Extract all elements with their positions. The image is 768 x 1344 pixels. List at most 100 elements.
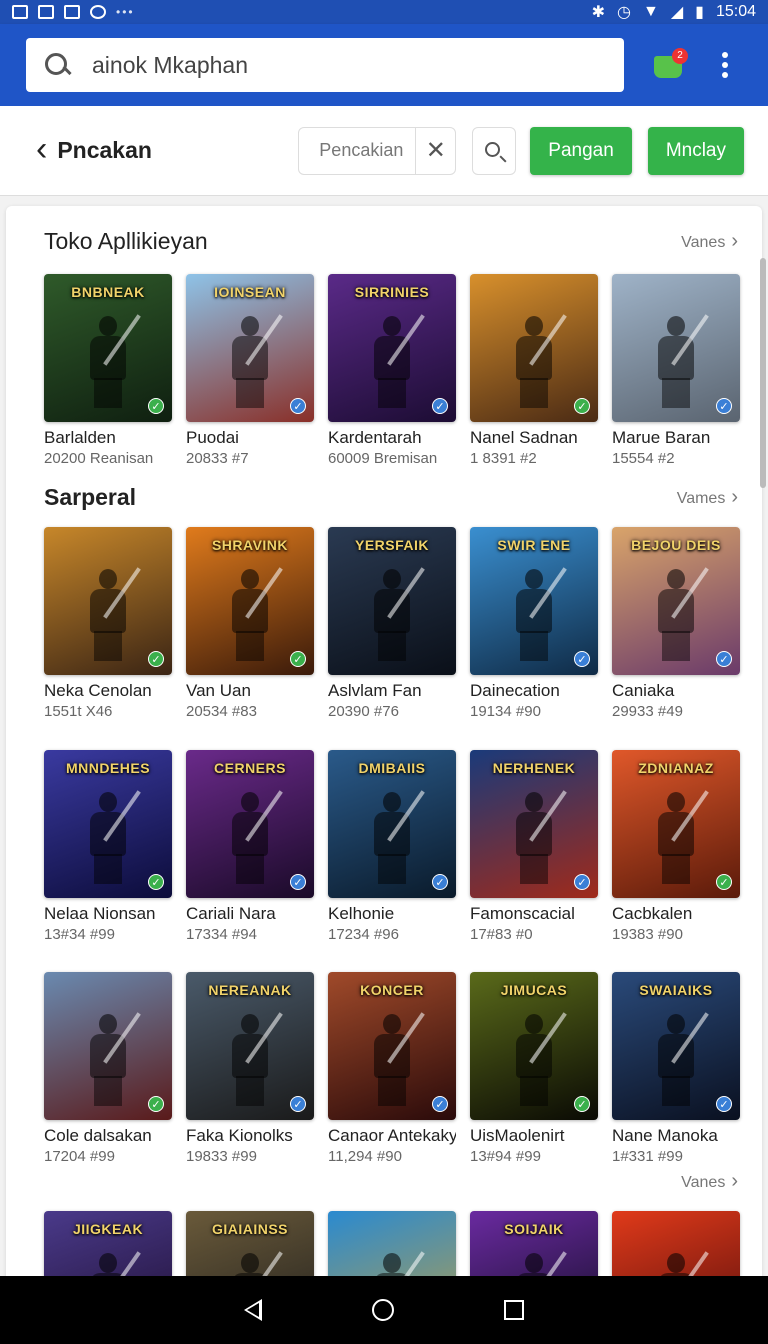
- app-meta: 15554 #2: [612, 450, 675, 467]
- verified-check-icon: ✓: [148, 651, 164, 667]
- app-card[interactable]: KONCER ✓ Canaor Antekaky 11,294 #90: [328, 972, 456, 1165]
- app-card[interactable]: CERNERS ✓ Cariali Nara 17334 #94: [186, 750, 314, 943]
- recents-nav-icon[interactable]: [504, 1300, 524, 1320]
- app-card[interactable]: ✓ Nanel Sadnan 1 8391 #2: [470, 274, 598, 467]
- app-thumbnail[interactable]: SIRRINIES ✓: [328, 274, 456, 422]
- app-card[interactable]: ✓ Marue Baran 15554 #2: [612, 274, 740, 467]
- game-logo: SHRAVINK: [211, 537, 289, 553]
- app-name: Neka Cenolan: [44, 681, 152, 700]
- app-card[interactable]: IOINSEAN ✓ Puodai 20833 #7: [186, 274, 314, 467]
- verified-check-icon: ✓: [716, 398, 732, 414]
- toolbar: ‹ Pncakan Pencakian ✕ Pangan Mnclay: [0, 106, 768, 196]
- more-notifications-icon: •••: [116, 5, 135, 19]
- verified-check-icon: ✓: [716, 651, 732, 667]
- clear-icon[interactable]: ✕: [415, 127, 455, 174]
- alarm-icon: ◷: [617, 4, 631, 21]
- cart-button[interactable]: 2: [652, 48, 688, 82]
- chevron-right-icon: ›: [731, 1170, 738, 1192]
- app-card[interactable]: SIRRINIES ✓ Kardentarah 60009 Bremisan: [328, 274, 456, 467]
- app-thumbnail[interactable]: NERHENEK ✓: [470, 750, 598, 898]
- app-card[interactable]: BEJOU DEIS ✓ Caniaka 29933 #49: [612, 527, 740, 720]
- verified-check-icon: ✓: [290, 874, 306, 890]
- app-card[interactable]: SHRAVINK ✓ Van Uan 20534 #83: [186, 527, 314, 720]
- app-thumbnail[interactable]: IOINSEAN ✓: [186, 274, 314, 422]
- pangan-button[interactable]: Pangan: [530, 126, 632, 175]
- app-name: Aslvlam Fan: [328, 681, 422, 700]
- app-card[interactable]: DMIBAIIS ✓ Kelhonie 17234 #96: [328, 750, 456, 943]
- notification-icon: [12, 5, 28, 19]
- app-meta: 20833 #7: [186, 450, 249, 467]
- verified-check-icon: ✓: [574, 398, 590, 414]
- verified-check-icon: ✓: [432, 1096, 448, 1112]
- app-card[interactable]: NEREANAK ✓ Faka Kionolks 19833 #99: [186, 972, 314, 1165]
- search-button[interactable]: [472, 126, 517, 175]
- scrollbar[interactable]: [760, 258, 766, 488]
- game-logo: GIAIAINSS: [211, 1221, 289, 1237]
- app-meta: 1 8391 #2: [470, 450, 537, 467]
- filter-field[interactable]: Pencakian ✕: [298, 126, 457, 175]
- app-thumbnail[interactable]: YERSFAIK: [328, 527, 456, 675]
- home-nav-icon[interactable]: [372, 1299, 394, 1321]
- game-logo: YERSFAIK: [354, 537, 429, 553]
- app-card[interactable]: JIMUCAS ✓ UisMaolenirt 13#94 #99: [470, 972, 598, 1165]
- app-meta: 19134 #90: [470, 703, 541, 720]
- game-logo: SWAIAIKS: [639, 982, 713, 998]
- app-meta: 1#331 #99: [612, 1148, 683, 1165]
- app-thumbnail[interactable]: BEJOU DEIS ✓: [612, 527, 740, 675]
- app-thumbnail[interactable]: ZDNIANAZ ✓: [612, 750, 740, 898]
- app-thumbnail[interactable]: NEREANAK ✓: [186, 972, 314, 1120]
- app-card[interactable]: BNBNEAK ✓ Barlalden 20200 Reanisan: [44, 274, 172, 467]
- app-card[interactable]: SWAIAIKS ✓ Nane Manoka 1#331 #99: [612, 972, 740, 1165]
- see-more-link[interactable]: Vanes ›: [681, 230, 738, 253]
- section-title: Toko Apllikieyan: [44, 228, 208, 254]
- app-thumbnail[interactable]: SWIR ENE ✓: [470, 527, 598, 675]
- game-logo: SIRRINIES: [354, 284, 430, 300]
- app-thumbnail[interactable]: ✓: [612, 274, 740, 422]
- back-nav-icon[interactable]: [244, 1299, 262, 1321]
- back-button[interactable]: ‹ Pncakan: [36, 132, 152, 166]
- overflow-menu-icon[interactable]: [720, 52, 730, 78]
- app-card[interactable]: SWIR ENE ✓ Dainecation 19134 #90: [470, 527, 598, 720]
- verified-check-icon: ✓: [574, 1096, 590, 1112]
- app-name: Nane Manoka: [612, 1126, 718, 1145]
- app-card[interactable]: ✓ Neka Cenolan 1551t X46: [44, 527, 172, 720]
- app-bar: 2: [0, 24, 768, 106]
- game-logo: SWIR ENE: [497, 537, 571, 553]
- app-card[interactable]: MNNDEHES ✓ Nelaa Nionsan 13#34 #99: [44, 750, 172, 943]
- game-logo: DMIBAIIS: [358, 760, 426, 776]
- app-thumbnail[interactable]: BNBNEAK ✓: [44, 274, 172, 422]
- game-logo: IOINSEAN: [214, 284, 286, 300]
- app-thumbnail[interactable]: JIMUCAS ✓: [470, 972, 598, 1120]
- see-more-link[interactable]: Vanes ›: [681, 1170, 738, 1193]
- app-row: BNBNEAK ✓ Barlalden 20200 Reanisan IOINSEAN ✓…: [44, 274, 740, 467]
- app-thumbnail[interactable]: SHRAVINK ✓: [186, 527, 314, 675]
- app-thumbnail[interactable]: ✓: [470, 274, 598, 422]
- see-more-link[interactable]: Vames ›: [677, 486, 738, 509]
- search-bar[interactable]: [26, 38, 624, 92]
- app-card[interactable]: ✓ Cole dalsakan 17204 #99: [44, 972, 172, 1165]
- game-logo: BNBNEAK: [71, 284, 145, 300]
- app-card[interactable]: ZDNIANAZ ✓ Cacbkalen 19383 #90: [612, 750, 740, 943]
- app-card[interactable]: NERHENEK ✓ Famonscacial 17#83 #0: [470, 750, 598, 943]
- app-meta: 11,294 #90: [328, 1148, 402, 1165]
- verified-check-icon: ✓: [290, 651, 306, 667]
- app-card[interactable]: YERSFAIK Aslvlam Fan 20390 #76: [328, 527, 456, 720]
- section-header: Toko Apllikieyan Vanes ›: [44, 228, 738, 255]
- app-thumbnail[interactable]: MNNDEHES ✓: [44, 750, 172, 898]
- app-meta: 17234 #96: [328, 926, 399, 943]
- app-thumbnail[interactable]: SWAIAIKS ✓: [612, 972, 740, 1120]
- filter-input[interactable]: Pencakian: [299, 140, 415, 161]
- app-thumbnail[interactable]: DMIBAIIS ✓: [328, 750, 456, 898]
- app-thumbnail[interactable]: ✓: [44, 972, 172, 1120]
- app-thumbnail[interactable]: KONCER ✓: [328, 972, 456, 1120]
- mnclay-button[interactable]: Mnclay: [647, 126, 744, 175]
- page-title: Pncakan: [57, 137, 152, 163]
- chevron-left-icon: ‹: [36, 129, 48, 168]
- game-logo: SOIJAIK: [504, 1221, 564, 1237]
- app-thumbnail[interactable]: CERNERS ✓: [186, 750, 314, 898]
- app-name: Faka Kionolks: [186, 1126, 293, 1145]
- verified-check-icon: ✓: [148, 1096, 164, 1112]
- app-thumbnail[interactable]: ✓: [44, 527, 172, 675]
- game-logo: CERNERS: [214, 760, 286, 776]
- search-input[interactable]: [92, 51, 592, 79]
